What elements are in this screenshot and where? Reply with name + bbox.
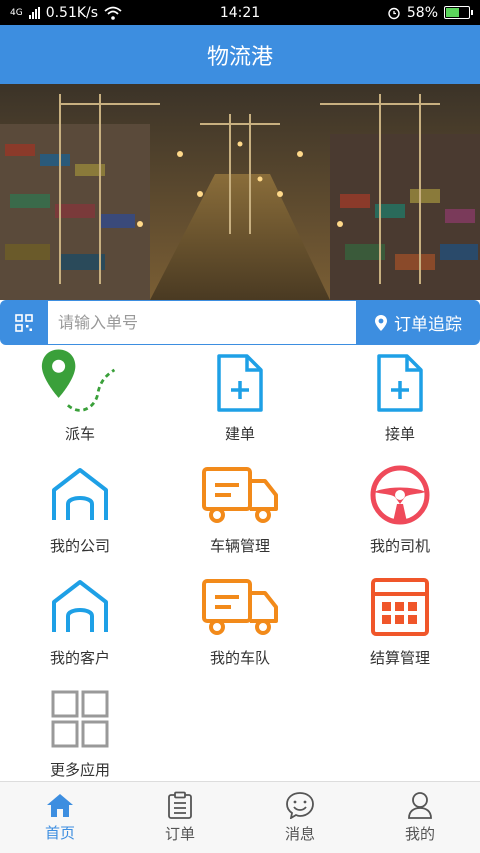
grid-label: 车辆管理: [209, 537, 270, 555]
grid-item-more-apps[interactable]: 更多应用: [0, 681, 160, 793]
page-title: 物流港: [206, 44, 273, 70]
grid-item-settlement[interactable]: 结算管理: [320, 569, 480, 681]
battery-icon: [444, 6, 473, 19]
nav-item-home[interactable]: 首页: [0, 782, 120, 853]
bottom-nav: 首页 订单 消息 我的: [0, 781, 480, 853]
user-icon: [408, 792, 432, 819]
clipboard-icon: [168, 791, 192, 819]
accept-order-icon: [360, 345, 440, 421]
nav-label: 首页: [44, 824, 75, 842]
grid-item-dispatch[interactable]: 派车: [0, 345, 160, 457]
status-right: 58%: [387, 4, 473, 21]
home-icon: [47, 794, 73, 817]
track-order-label: 订单追踪: [394, 315, 462, 335]
grid-item-my-drivers[interactable]: 我的司机: [320, 457, 480, 569]
message-smile-icon: [286, 792, 314, 819]
signal-icon: [28, 6, 40, 19]
grid-label: 结算管理: [369, 649, 430, 667]
grid-label: 派车: [64, 425, 95, 443]
nav-label: 订单: [164, 825, 195, 843]
alarm-icon: [388, 7, 400, 19]
grid-item-my-company[interactable]: 我的公司: [0, 457, 160, 569]
grid-label: 建单: [224, 425, 255, 443]
port-illustration: [0, 84, 480, 300]
wifi-icon: [104, 6, 122, 20]
nav-label: 我的: [404, 825, 435, 843]
grid-label: 我的公司: [49, 537, 110, 555]
grid-item-vehicle-management[interactable]: 车辆管理: [160, 457, 320, 569]
create-order-icon: [200, 345, 280, 421]
network-speed: 0.51K/s: [45, 4, 99, 21]
scan-button[interactable]: [0, 300, 48, 345]
order-number-input[interactable]: [48, 300, 356, 345]
dispatch-route-icon: [40, 345, 120, 421]
fleet-truck-icon: [200, 569, 280, 645]
status-left: 4G 0.51K/s: [10, 5, 122, 21]
battery-percent: 58%: [406, 4, 438, 21]
nav-label: 消息: [284, 825, 315, 843]
network-type: 4G: [10, 7, 23, 18]
qr-scan-icon: [15, 313, 33, 332]
app-header: 物流港: [0, 25, 480, 84]
customer-house-icon: [40, 569, 120, 645]
grid-item-accept-order[interactable]: 接单: [320, 345, 480, 457]
grid-item-my-fleet[interactable]: 我的车队: [160, 569, 320, 681]
grid-label: 我的车队: [209, 649, 270, 667]
status-bar: 4G 0.51K/s 14:21 58%: [0, 0, 480, 25]
search-bar: 订单追踪: [0, 300, 480, 345]
location-pin-icon: [375, 314, 387, 331]
grid-label: 更多应用: [49, 761, 110, 779]
nav-item-orders[interactable]: 订单: [120, 782, 240, 853]
steering-wheel-icon: [360, 457, 440, 533]
nav-item-profile[interactable]: 我的: [360, 782, 480, 853]
grid-label: 我的客户: [49, 649, 110, 667]
nav-item-messages[interactable]: 消息: [240, 782, 360, 853]
more-apps-icon: [40, 681, 120, 757]
company-house-icon: [40, 457, 120, 533]
calculator-icon: [360, 569, 440, 645]
grid-label: 我的司机: [369, 537, 430, 555]
truck-icon: [200, 457, 280, 533]
grid-item-my-customers[interactable]: 我的客户: [0, 569, 160, 681]
banner-image[interactable]: [0, 84, 480, 300]
grid-label: 接单: [384, 425, 415, 443]
grid-item-create-order[interactable]: 建单: [160, 345, 320, 457]
track-order-button[interactable]: 订单追踪: [356, 300, 480, 345]
